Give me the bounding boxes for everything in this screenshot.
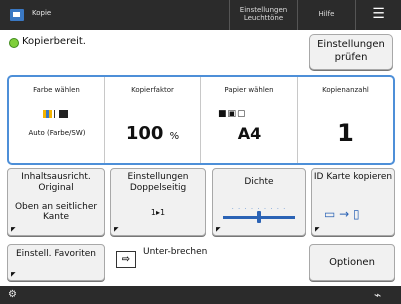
header-bar: Kopie Einstellungen Leuchttöne Hilfe ☰ <box>0 0 401 30</box>
app-title: Kopie <box>32 9 52 17</box>
color-select-tile[interactable]: Farbe wählen Auto (Farbe/SW) <box>9 77 105 163</box>
device-icon: ⚙ <box>8 289 17 300</box>
corner-mark-icon: ◤ <box>315 225 320 233</box>
orientation-label: Inhaltsausricht. Original <box>21 172 91 193</box>
menu-icon: ☰ <box>372 6 385 23</box>
ready-status-icon <box>9 38 19 48</box>
copy-ratio-tile[interactable]: Kopierfaktor 100 % <box>105 77 201 163</box>
help-button[interactable]: Hilfe <box>297 0 355 30</box>
energy-icon[interactable]: ⌁ <box>374 288 381 302</box>
copies-label: Kopienanzahl <box>322 86 369 94</box>
id-card-copy-button[interactable]: ID Karte kopieren ▭ → ▯ ◤ <box>311 168 395 236</box>
copies-value: 1 <box>337 119 354 147</box>
bottom-status-bar: ⚙ ⌁ <box>0 286 401 304</box>
color-value: Auto (Farbe/SW) <box>28 129 86 137</box>
corner-mark-icon: ◤ <box>114 225 119 233</box>
duplex-value: 1▸1 <box>150 207 166 217</box>
original-orientation-button[interactable]: Inhaltsausricht. Original Oben an seitli… <box>7 168 105 236</box>
duplex-label: Einstellungen Doppelseitig <box>127 172 189 193</box>
options-button[interactable]: Optionen <box>309 244 395 281</box>
copy-app-icon <box>10 9 24 21</box>
favorite-settings-button[interactable]: Einstell. Favoriten ◤ <box>7 244 105 281</box>
color-mode-icon <box>43 110 71 118</box>
interrupt-icon[interactable]: ⇨ <box>116 251 136 268</box>
menu-button[interactable]: ☰ <box>355 0 401 30</box>
density-scale-icon: · · · · · · · · · <box>223 203 295 223</box>
copy-ratio-value: 100 % <box>125 123 180 144</box>
paper-tray-icon: ■▣▢ <box>218 109 247 119</box>
paper-label: Papier wählen <box>224 86 274 94</box>
id-card-label: ID Karte kopieren <box>313 172 393 182</box>
interrupt-label[interactable]: Unter-brechen <box>143 247 207 258</box>
orientation-value: Oben an seitlicher Kante <box>14 201 98 223</box>
density-label: Dichte <box>244 177 274 187</box>
copies-tile[interactable]: Kopienanzahl 1 <box>298 77 393 163</box>
status-text: Kopierbereit. <box>22 36 86 47</box>
copy-ratio-label: Kopierfaktor <box>131 86 174 94</box>
check-settings-button[interactable]: Einstellungen prüfen <box>309 34 393 70</box>
corner-mark-icon: ◤ <box>216 225 221 233</box>
corner-mark-icon: ◤ <box>11 225 16 233</box>
light-settings-button[interactable]: Einstellungen Leuchttöne <box>229 0 297 30</box>
corner-mark-icon: ◤ <box>11 270 16 278</box>
main-settings-panel: Farbe wählen Auto (Farbe/SW) Kopierfakto… <box>7 75 395 165</box>
color-label: Farbe wählen <box>33 86 80 94</box>
paper-select-tile[interactable]: Papier wählen ■▣▢ A4 <box>201 77 298 163</box>
favorites-label: Einstell. Favoriten <box>15 249 97 259</box>
id-card-icon: ▭ → ▯ <box>324 207 360 221</box>
density-button[interactable]: Dichte · · · · · · · · · ◤ <box>212 168 306 236</box>
paper-value: A4 <box>237 124 262 143</box>
duplex-settings-button[interactable]: Einstellungen Doppelseitig 1▸1 ◤ <box>110 168 206 236</box>
